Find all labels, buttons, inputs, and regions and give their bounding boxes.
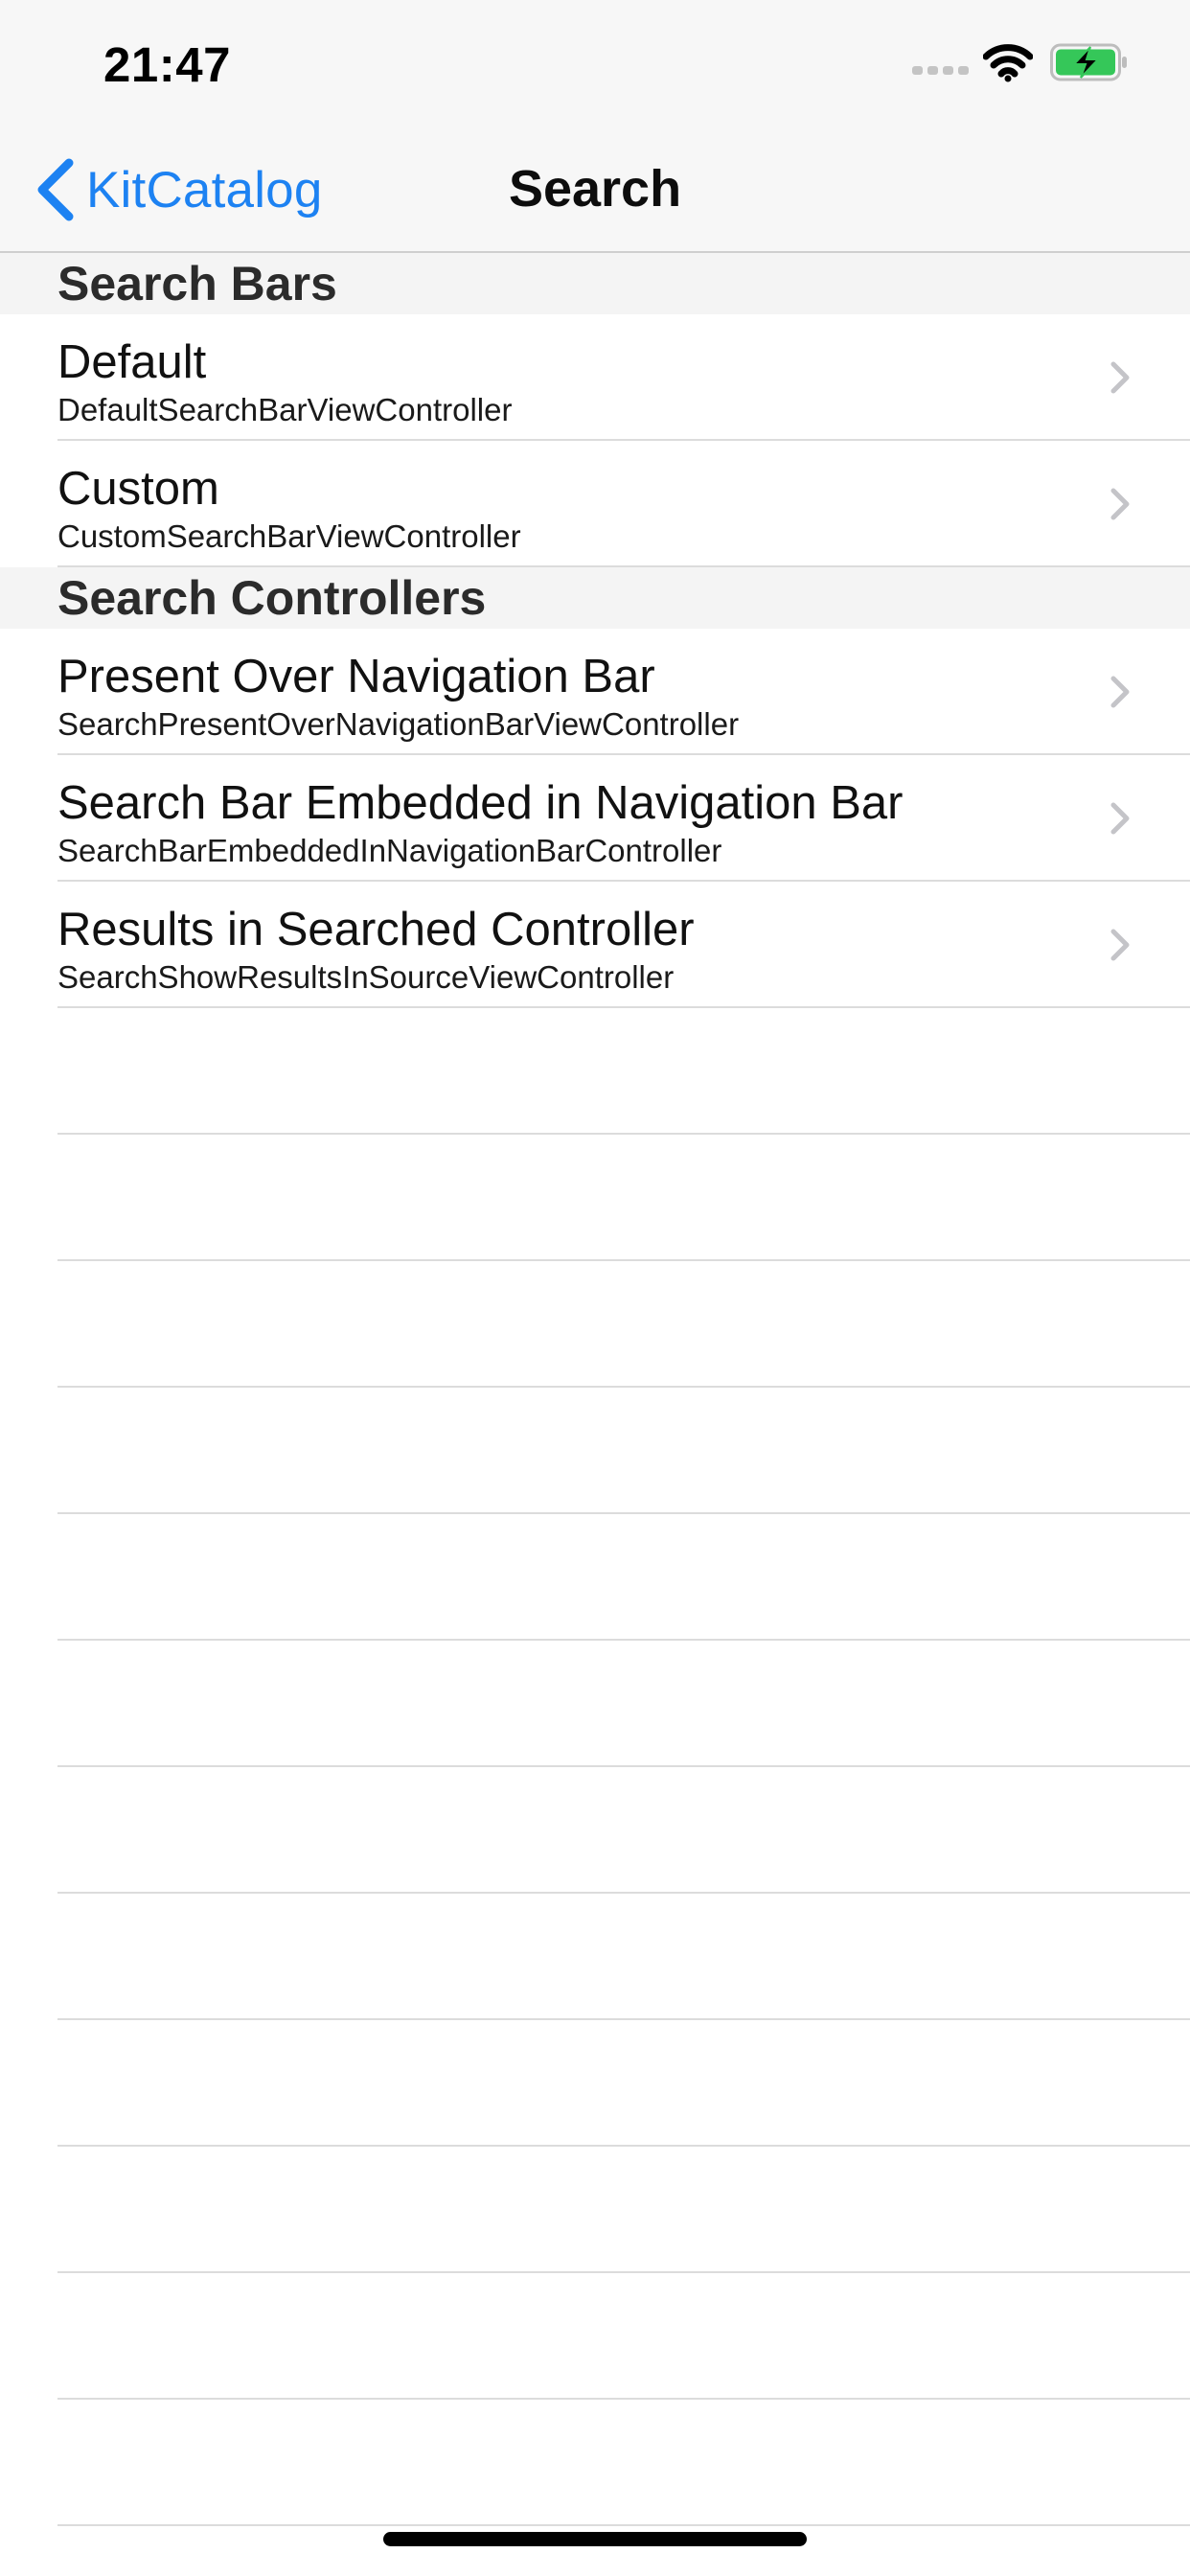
empty-row [0,2020,1190,2147]
table-view: Search Bars Default DefaultSearchBarView… [0,253,1190,2526]
chevron-right-icon [1110,929,1130,961]
list-item-search-bar-embedded[interactable]: Search Bar Embedded in Navigation Bar Se… [0,755,1190,882]
empty-row [0,1514,1190,1641]
cell-title: Results in Searched Controller [57,904,695,955]
chevron-right-icon [1110,676,1130,708]
cell-subtitle: SearchPresentOverNavigationBarViewContro… [57,706,740,742]
navigation-header: 21:47 KitCatalog Search [0,0,1190,253]
list-item-default[interactable]: Default DefaultSearchBarViewController [0,314,1190,441]
section-header-search-bars: Search Bars [0,253,1190,314]
page-title: Search [508,160,682,218]
home-indicator[interactable] [383,2532,807,2546]
empty-rows [0,1008,1190,2526]
cell-subtitle: DefaultSearchBarViewController [57,392,513,427]
list-item-custom[interactable]: Custom CustomSearchBarViewController [0,441,1190,567]
cell-title: Search Bar Embedded in Navigation Bar [57,777,904,829]
section-header-search-controllers: Search Controllers [0,567,1190,629]
signal-icon [912,66,969,75]
empty-row [0,1261,1190,1388]
chevron-right-icon [1110,488,1130,520]
section-title: Search Bars [57,257,337,310]
cell-title: Present Over Navigation Bar [57,651,655,702]
cell-title: Custom [57,463,219,515]
cell-subtitle: SearchShowResultsInSourceViewController [57,959,675,995]
empty-row [0,1767,1190,1894]
cell-subtitle: CustomSearchBarViewController [57,518,521,554]
empty-row [0,2147,1190,2273]
list-item-results-in-searched-controller[interactable]: Results in Searched Controller SearchSho… [0,882,1190,1008]
empty-row [0,2273,1190,2400]
wifi-icon [983,44,1033,82]
empty-row [0,1008,1190,1135]
empty-row [0,1388,1190,1514]
empty-row [0,1894,1190,2020]
cell-title: Default [57,336,207,388]
section-title: Search Controllers [57,571,487,625]
battery-charging-icon [1050,43,1127,81]
cell-subtitle: SearchBarEmbeddedInNavigationBarControll… [57,833,722,868]
chevron-right-icon [1110,802,1130,835]
list-item-present-over-navigation-bar[interactable]: Present Over Navigation Bar SearchPresen… [0,629,1190,755]
status-time: 21:47 [103,37,231,92]
empty-row [0,2400,1190,2526]
chevron-right-icon [1110,361,1130,394]
empty-row [0,1641,1190,1767]
empty-row [0,1135,1190,1261]
